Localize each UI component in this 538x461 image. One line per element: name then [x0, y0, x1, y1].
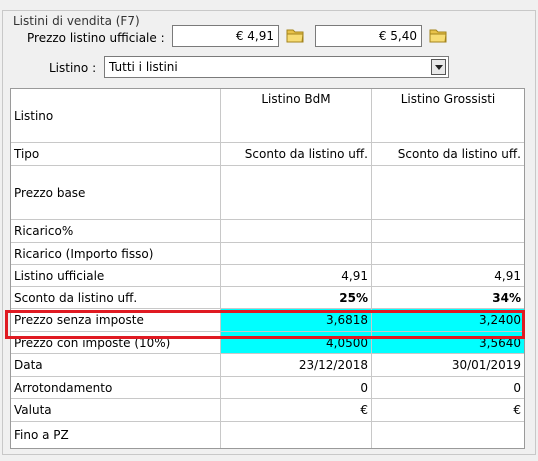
table-row[interactable]: Listino ufficiale 4,91 4,91	[11, 265, 524, 287]
row-value-grossisti[interactable]	[372, 220, 524, 242]
prezzo-listino-field-2[interactable]: € 5,40	[315, 25, 422, 47]
row-value-grossisti[interactable]: 34%	[372, 287, 524, 308]
row-value-bdm[interactable]: 3,6818	[221, 309, 372, 331]
row-value-bdm[interactable]: 25%	[221, 287, 372, 308]
row-label: Arrotondamento	[11, 377, 221, 398]
group-title: Listini di vendita (F7)	[11, 14, 142, 28]
table-row[interactable]: Prezzo senza imposte 3,6818 3,2400	[11, 309, 524, 332]
row-label: Prezzo base	[11, 166, 221, 219]
table-header: Listino Listino BdM Listino Grossisti	[11, 89, 524, 143]
row-label: Ricarico (Importo fisso)	[11, 243, 221, 264]
folder-icon	[286, 29, 304, 43]
row-value-grossisti[interactable]	[372, 243, 524, 264]
row-value-grossisti[interactable]: 0	[372, 377, 524, 398]
row-label: Fino a PZ	[11, 422, 221, 448]
row-value-grossisti[interactable]: 30/01/2019	[372, 354, 524, 376]
row-value-bdm[interactable]: 0	[221, 377, 372, 398]
table-row[interactable]: Fino a PZ	[11, 422, 524, 448]
row-value-grossisti[interactable]	[372, 166, 524, 219]
row-label: Tipo	[11, 143, 221, 165]
folder-icon	[429, 29, 447, 43]
chevron-down-icon[interactable]	[431, 59, 446, 75]
listino-filter-label: Listino :	[49, 61, 97, 75]
table-row[interactable]: Arrotondamento 0 0	[11, 377, 524, 399]
header-cell-listino-grossisti: Listino Grossisti	[400, 92, 496, 106]
row-value-bdm[interactable]	[221, 220, 372, 242]
listini-table: Listino Listino BdM Listino Grossisti Ti…	[10, 88, 525, 449]
listino-select-value: Tutti i listini	[109, 60, 178, 74]
row-value-bdm[interactable]: Sconto da listino uff.	[221, 143, 372, 165]
row-label: Prezzo senza imposte	[11, 309, 221, 331]
row-value-bdm[interactable]: 4,0500	[221, 332, 372, 353]
row-label: Data	[11, 354, 221, 376]
row-value-grossisti[interactable]: 4,91	[372, 265, 524, 286]
table-row[interactable]: Prezzo base	[11, 166, 524, 220]
row-value-bdm[interactable]: 23/12/2018	[221, 354, 372, 376]
row-label: Valuta	[11, 399, 221, 421]
row-value-bdm[interactable]	[221, 166, 372, 219]
header-cell-listino: Listino	[11, 89, 221, 142]
folder-button-2[interactable]	[428, 25, 448, 45]
header-cell-listino-bdm: Listino BdM	[221, 89, 372, 142]
table-row[interactable]: Valuta € €	[11, 399, 524, 422]
row-value-bdm[interactable]	[221, 422, 372, 448]
listino-select[interactable]: Tutti i listini	[104, 56, 449, 78]
row-value-grossisti[interactable]: 3,2400	[372, 309, 524, 331]
row-value-grossisti[interactable]: 3,5640	[372, 332, 524, 353]
folder-button-1[interactable]	[285, 25, 305, 45]
row-label: Sconto da listino uff.	[11, 287, 221, 308]
row-value-grossisti[interactable]: €	[372, 399, 524, 421]
row-value-grossisti[interactable]: Sconto da listino uff.	[372, 143, 524, 165]
row-value-grossisti[interactable]	[372, 422, 524, 448]
table-row[interactable]: Tipo Sconto da listino uff. Sconto da li…	[11, 143, 524, 166]
table-row[interactable]: Ricarico (Importo fisso)	[11, 243, 524, 265]
row-label: Listino ufficiale	[11, 265, 221, 286]
prezzo-listino-field-1[interactable]: € 4,91	[172, 25, 279, 47]
row-value-bdm[interactable]: 4,91	[221, 265, 372, 286]
table-row[interactable]: Prezzo con imposte (10%) 4,0500 3,5640	[11, 332, 524, 354]
table-row[interactable]: Data 23/12/2018 30/01/2019	[11, 354, 524, 377]
row-value-bdm[interactable]: €	[221, 399, 372, 421]
row-label: Ricarico%	[11, 220, 221, 242]
table-row[interactable]: Sconto da listino uff. 25% 34%	[11, 287, 524, 309]
table-row[interactable]: Ricarico%	[11, 220, 524, 243]
row-value-bdm[interactable]	[221, 243, 372, 264]
prezzo-listino-label: Prezzo listino ufficiale :	[27, 31, 165, 45]
row-label: Prezzo con imposte (10%)	[11, 332, 221, 353]
